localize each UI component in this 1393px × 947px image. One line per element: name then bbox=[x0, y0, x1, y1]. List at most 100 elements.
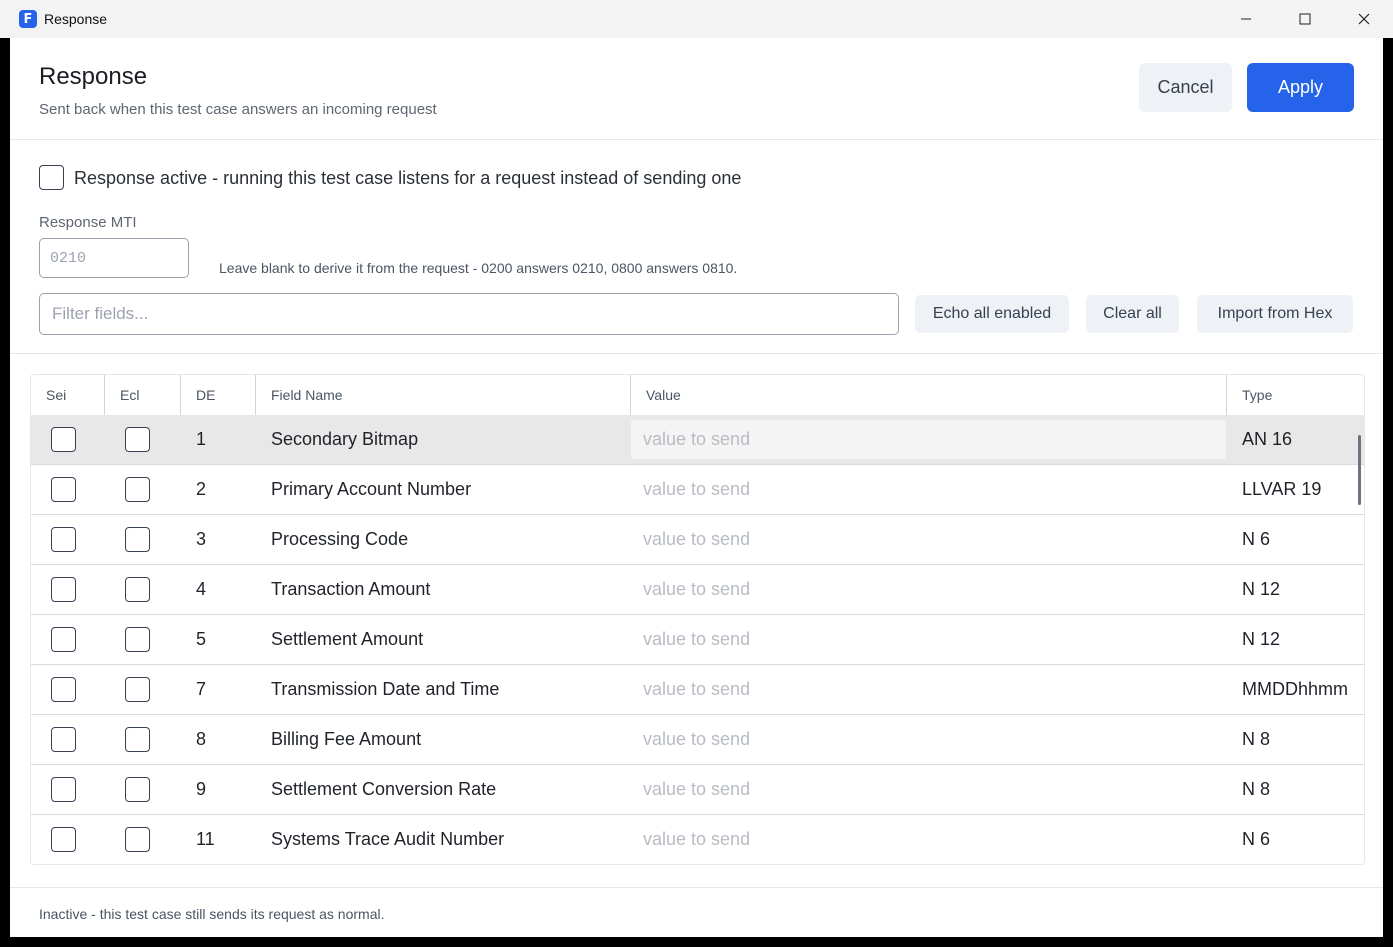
table-header: Sei Ecl DE Field Name Value Type bbox=[31, 375, 1364, 416]
column-header-send[interactable]: Sei bbox=[31, 375, 105, 415]
table-scrollbar[interactable] bbox=[1358, 435, 1361, 505]
value-placeholder: value to send bbox=[643, 829, 751, 849]
field-name: Processing Code bbox=[271, 529, 409, 549]
value-input[interactable]: value to send bbox=[631, 470, 1226, 509]
status-text: Inactive - this test case still sends it… bbox=[39, 906, 385, 922]
window-title: Response bbox=[44, 11, 108, 27]
value-placeholder: value to send bbox=[643, 579, 751, 599]
apply-button[interactable]: Apply bbox=[1247, 63, 1354, 112]
de-number: 4 bbox=[196, 579, 207, 599]
de-number: 1 bbox=[196, 429, 207, 449]
value-input[interactable]: value to send bbox=[631, 770, 1226, 809]
table-row[interactable]: 8 Billing Fee Amount value to send N 8 bbox=[31, 715, 1364, 766]
value-input[interactable]: value to send bbox=[631, 670, 1226, 709]
mti-label: Response MTI bbox=[39, 214, 137, 231]
clear-all-button[interactable]: Clear all bbox=[1086, 295, 1179, 333]
send-checkbox[interactable] bbox=[51, 427, 76, 452]
de-number: 3 bbox=[196, 529, 207, 549]
echo-checkbox[interactable] bbox=[125, 777, 150, 802]
column-header-value[interactable]: Value bbox=[631, 375, 1227, 415]
fields-table: Sei Ecl DE Field Name Value Type 1 Second… bbox=[30, 374, 1365, 865]
value-placeholder: value to send bbox=[643, 779, 751, 799]
window-titlebar: F Response bbox=[0, 0, 1393, 38]
page-title: Response bbox=[39, 63, 148, 90]
send-checkbox[interactable] bbox=[51, 627, 76, 652]
de-number: 7 bbox=[196, 679, 207, 699]
field-name: Secondary Bitmap bbox=[271, 429, 419, 449]
value-input[interactable]: value to send bbox=[631, 520, 1226, 559]
send-checkbox[interactable] bbox=[51, 527, 76, 552]
table-row[interactable]: 9 Settlement Conversion Rate value to send… bbox=[31, 765, 1364, 816]
echo-checkbox[interactable] bbox=[125, 527, 150, 552]
value-input[interactable]: value to send bbox=[631, 420, 1226, 459]
de-number: 9 bbox=[196, 779, 207, 799]
value-input[interactable]: value to send bbox=[631, 720, 1226, 759]
response-dialog: Response Sent back when this test case a… bbox=[10, 38, 1383, 937]
page-subtitle: Sent back when this test case answers an… bbox=[39, 101, 437, 118]
field-type: N 6 bbox=[1242, 529, 1271, 549]
table-row[interactable]: 7 Transmission Date and Time value to send… bbox=[31, 665, 1364, 716]
mti-hint: Leave blank to derive it from the reques… bbox=[219, 260, 738, 276]
value-placeholder: value to send bbox=[643, 629, 751, 649]
mti-input[interactable] bbox=[39, 238, 189, 278]
section-divider bbox=[10, 353, 1383, 354]
cancel-button[interactable]: Cancel bbox=[1139, 63, 1232, 112]
value-input[interactable]: value to send bbox=[631, 570, 1226, 609]
filter-fields-input[interactable] bbox=[39, 293, 899, 335]
table-row[interactable]: 11 Systems Trace Audit Number value to sen… bbox=[31, 815, 1364, 864]
de-number: 2 bbox=[196, 479, 207, 499]
field-type: N 12 bbox=[1242, 579, 1281, 599]
field-name: Billing Fee Amount bbox=[271, 729, 422, 749]
field-type: N 12 bbox=[1242, 629, 1281, 649]
echo-all-enabled-button[interactable]: Echo all enabled bbox=[915, 295, 1069, 333]
field-type: MMDDhhmm bbox=[1242, 679, 1348, 699]
column-header-field-name[interactable]: Field Name bbox=[256, 375, 631, 415]
field-name: Settlement Conversion Rate bbox=[271, 779, 497, 799]
echo-checkbox[interactable] bbox=[125, 727, 150, 752]
window-controls bbox=[1216, 0, 1393, 38]
echo-checkbox[interactable] bbox=[125, 627, 150, 652]
value-placeholder: value to send bbox=[643, 679, 751, 699]
send-checkbox[interactable] bbox=[51, 477, 76, 502]
echo-checkbox[interactable] bbox=[125, 577, 150, 602]
footer-divider bbox=[10, 887, 1383, 888]
field-name: Primary Account Number bbox=[271, 479, 472, 499]
column-header-echo[interactable]: Ecl bbox=[105, 375, 181, 415]
send-checkbox[interactable] bbox=[51, 777, 76, 802]
value-placeholder: value to send bbox=[643, 529, 751, 549]
echo-checkbox[interactable] bbox=[125, 827, 150, 852]
send-checkbox[interactable] bbox=[51, 727, 76, 752]
field-type: N 6 bbox=[1242, 829, 1271, 849]
value-input[interactable]: value to send bbox=[631, 820, 1226, 859]
import-from-hex-button[interactable]: Import from Hex bbox=[1197, 295, 1353, 333]
table-row[interactable]: 4 Transaction Amount value to send N 12 bbox=[31, 565, 1364, 616]
value-input[interactable]: value to send bbox=[631, 620, 1226, 659]
table-row[interactable]: 1 Secondary Bitmap value to send AN 16 bbox=[31, 415, 1364, 466]
send-checkbox[interactable] bbox=[51, 577, 76, 602]
maximize-icon[interactable] bbox=[1275, 0, 1334, 38]
de-number: 11 bbox=[196, 829, 215, 849]
de-number: 5 bbox=[196, 629, 207, 649]
de-number: 8 bbox=[196, 729, 207, 749]
echo-checkbox[interactable] bbox=[125, 477, 150, 502]
field-type: AN 16 bbox=[1242, 429, 1293, 449]
field-name: Settlement Amount bbox=[271, 629, 424, 649]
table-row[interactable]: 5 Settlement Amount value to send N 12 bbox=[31, 615, 1364, 666]
column-header-de[interactable]: DE bbox=[181, 375, 256, 415]
column-header-type[interactable]: Type bbox=[1227, 375, 1364, 415]
response-active-label: Response active - running this test case… bbox=[74, 168, 742, 188]
send-checkbox[interactable] bbox=[51, 677, 76, 702]
table-row[interactable]: 3 Processing Code value to send N 6 bbox=[31, 515, 1364, 566]
field-type: N 8 bbox=[1242, 779, 1271, 799]
value-placeholder: value to send bbox=[643, 729, 751, 749]
send-checkbox[interactable] bbox=[51, 827, 76, 852]
echo-checkbox[interactable] bbox=[125, 677, 150, 702]
close-icon[interactable] bbox=[1334, 0, 1393, 38]
field-type: N 8 bbox=[1242, 729, 1271, 749]
response-active-checkbox[interactable] bbox=[39, 165, 64, 190]
table-row[interactable]: 2 Primary Account Number value to send LLVA… bbox=[31, 465, 1364, 516]
field-name: Transmission Date and Time bbox=[271, 679, 500, 699]
minimize-icon[interactable] bbox=[1216, 0, 1275, 38]
echo-checkbox[interactable] bbox=[125, 427, 150, 452]
dialog-header: Response Sent back when this test case a… bbox=[10, 38, 1383, 140]
